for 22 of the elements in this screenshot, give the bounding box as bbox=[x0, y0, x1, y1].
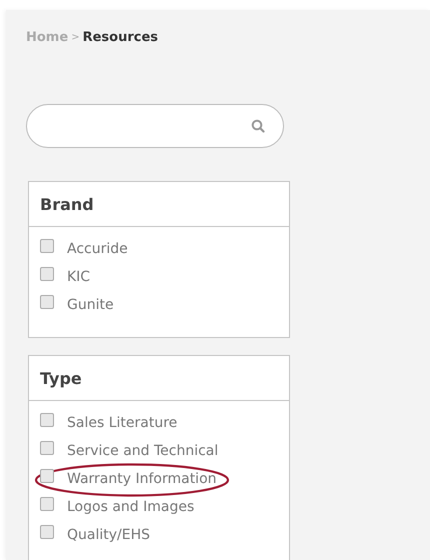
filter-title: Type bbox=[29, 356, 289, 401]
search-icon[interactable] bbox=[251, 119, 265, 133]
option-label: Sales Literature bbox=[67, 415, 178, 431]
filter-title: Brand bbox=[29, 182, 289, 227]
checkbox[interactable] bbox=[40, 525, 54, 539]
option-label: Warranty Information bbox=[67, 471, 217, 487]
checkbox[interactable] bbox=[40, 239, 54, 253]
checkbox[interactable] bbox=[40, 497, 54, 511]
checkbox[interactable] bbox=[40, 267, 54, 281]
checkbox[interactable] bbox=[40, 441, 54, 455]
checkbox[interactable] bbox=[40, 413, 54, 427]
option-label: Accuride bbox=[67, 241, 128, 257]
search-field[interactable] bbox=[26, 104, 284, 148]
option-label: Service and Technical bbox=[67, 443, 218, 459]
option-label: KIC bbox=[67, 269, 90, 285]
option-label: Gunite bbox=[67, 297, 114, 313]
checkbox[interactable] bbox=[40, 469, 54, 483]
option-label: Quality/EHS bbox=[67, 527, 150, 543]
checkbox[interactable] bbox=[40, 295, 54, 309]
breadcrumb-link[interactable]: Resources bbox=[82, 30, 158, 45]
breadcrumb-separator: > bbox=[71, 32, 80, 43]
option-label: Logos and Images bbox=[67, 499, 194, 515]
